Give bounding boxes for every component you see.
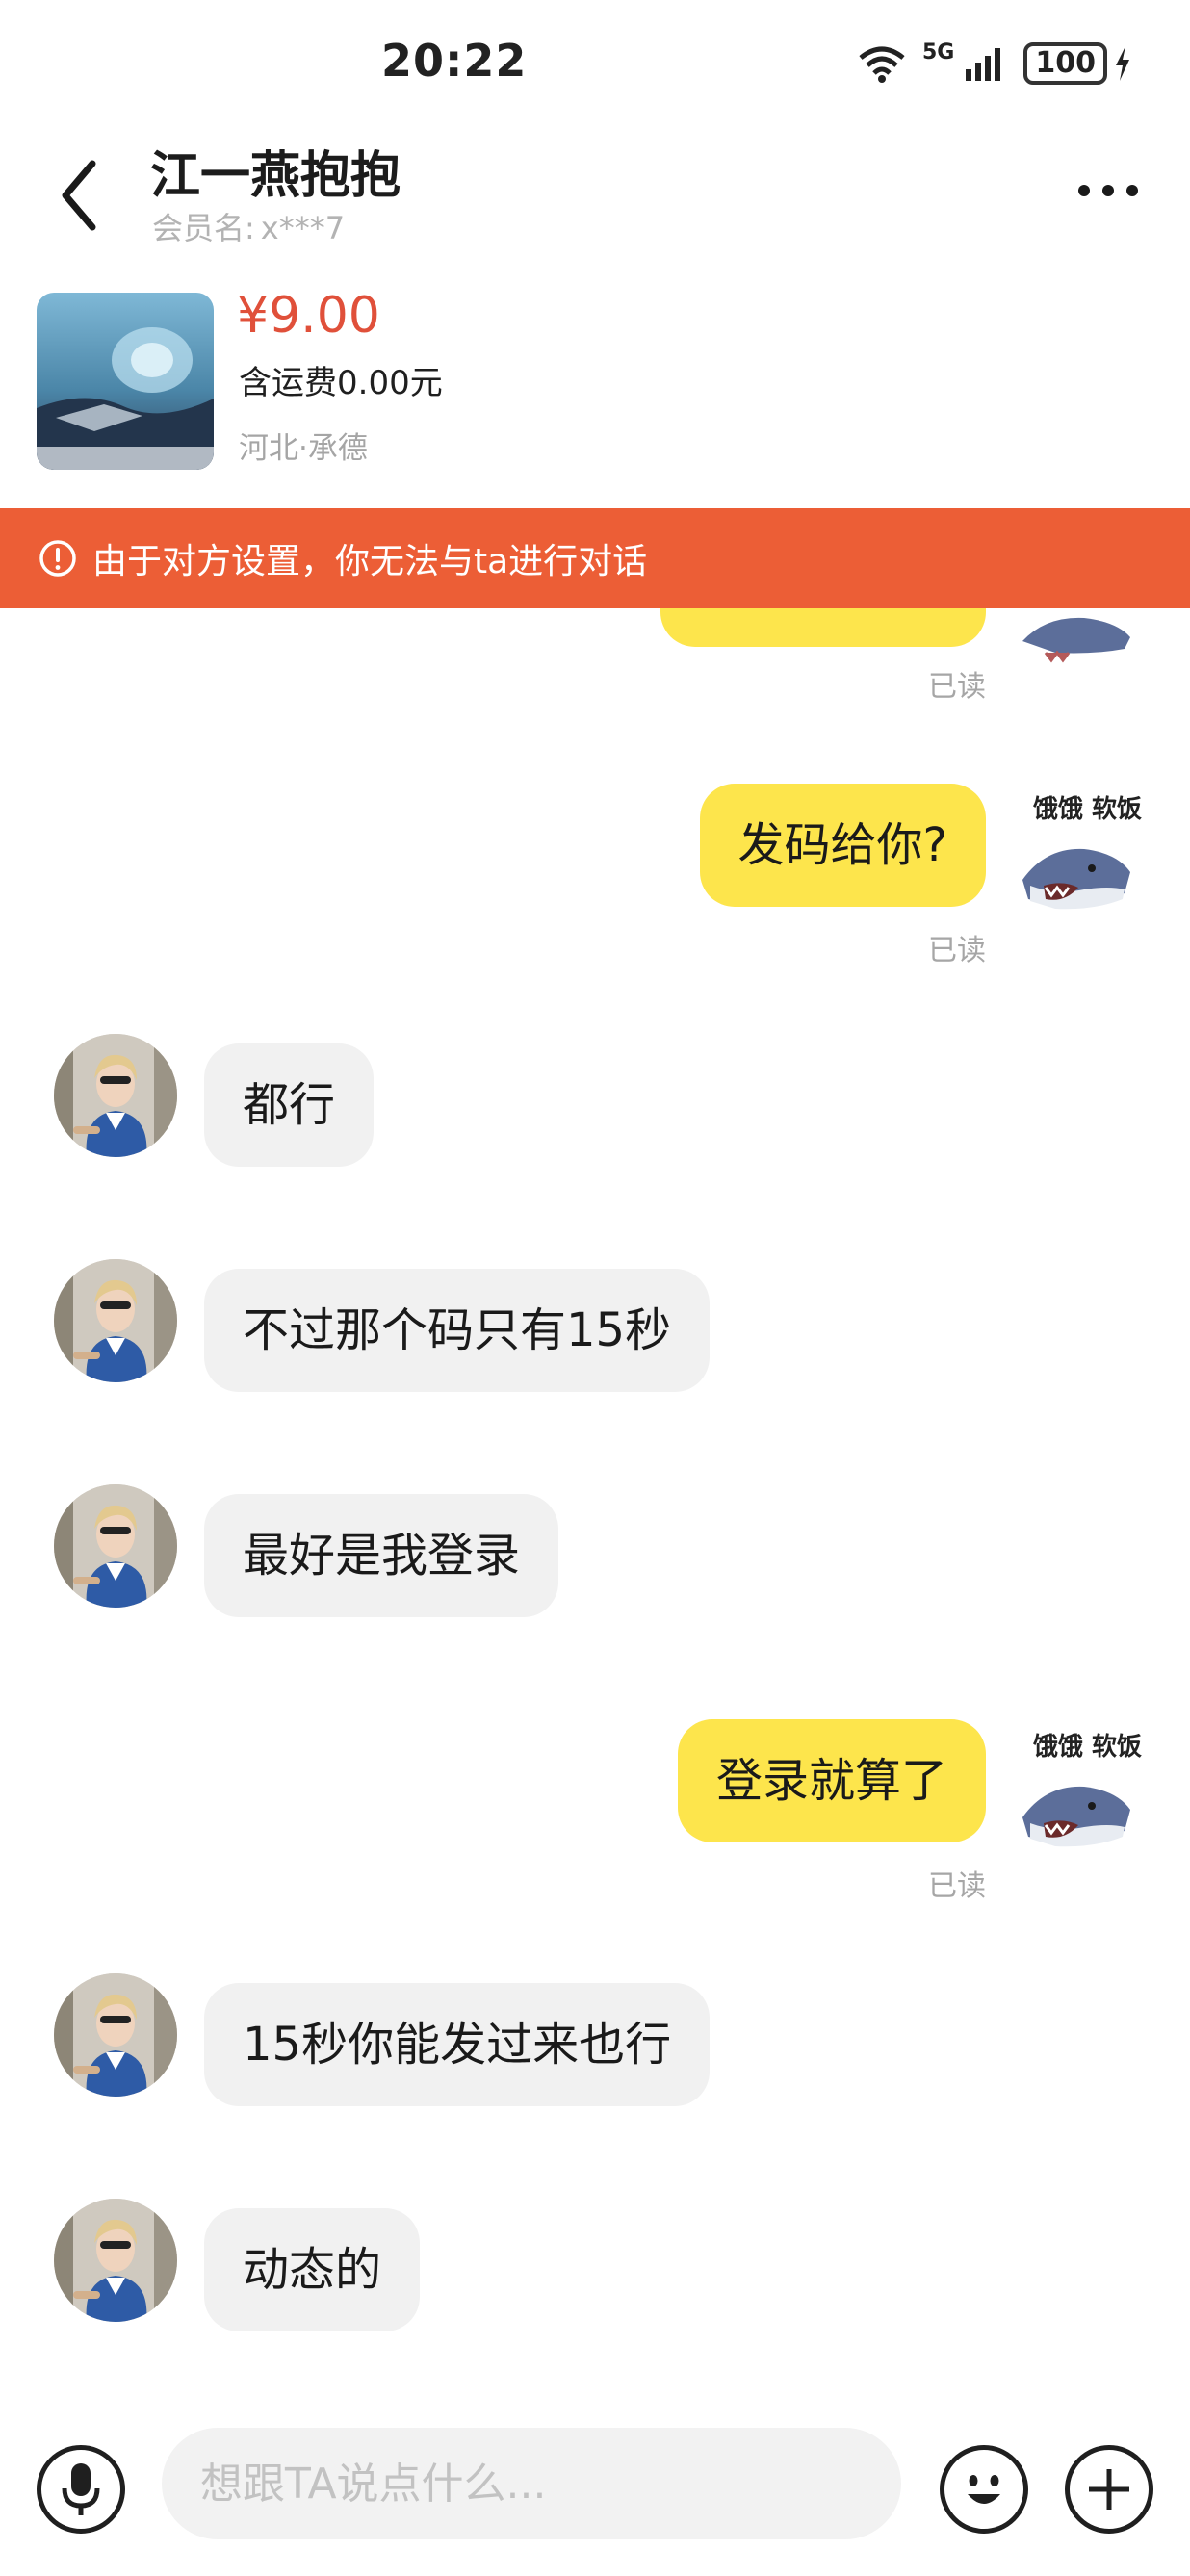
avatar-mine[interactable] xyxy=(1017,608,1136,689)
member-label: 会员名: xyxy=(152,210,255,246)
contact-name: 江一燕抱抱 xyxy=(150,147,401,205)
message-bubble-mine[interactable] xyxy=(660,608,986,647)
product-location: 河北·承德 xyxy=(239,431,368,466)
plus-button[interactable] xyxy=(1065,2445,1153,2534)
message-bubble-contact[interactable]: 不过那个码只有15秒 xyxy=(204,1269,711,1392)
read-status: 已读 xyxy=(928,670,986,704)
signal-icon xyxy=(966,48,1001,81)
wifi-icon xyxy=(859,46,905,83)
more-dots-icon[interactable] xyxy=(1074,179,1142,202)
message-input[interactable] xyxy=(162,2428,901,2539)
microphone-icon xyxy=(62,2463,100,2515)
network-type: 5G xyxy=(922,39,955,64)
warning-circle-icon xyxy=(39,540,76,577)
message-bubble-mine[interactable]: 登录就算了 xyxy=(677,1719,986,1842)
message-bubble-mine[interactable]: 发码给你? xyxy=(699,784,986,907)
message-bubble-contact[interactable]: 都行 xyxy=(204,1043,375,1167)
chevron-left-icon[interactable] xyxy=(50,152,108,239)
message-list[interactable]: 已读 发码给你? 饿饿 软饭 已读 都行 不过那个码只有15秒 最好是我登录 登… xyxy=(0,608,1190,2399)
shipping-info: 含运费0.00元 xyxy=(239,364,443,402)
member-info: 会员名: x***7 xyxy=(152,204,345,248)
avatar-mine[interactable] xyxy=(1017,1756,1136,1875)
message-bubble-contact[interactable]: 动态的 xyxy=(204,2208,421,2331)
banner-text: 由于对方设置，你无法与ta进行对话 xyxy=(92,542,648,581)
avatar-contact[interactable] xyxy=(54,1973,177,2097)
battery-indicator: 100 xyxy=(1023,42,1132,85)
avatar-mine[interactable] xyxy=(1017,818,1136,938)
message-bubble-contact[interactable]: 15秒你能发过来也行 xyxy=(204,1983,711,2106)
avatar-contact[interactable] xyxy=(54,1259,177,1382)
product-card[interactable]: ¥9.00 含运费0.00元 河北·承德 xyxy=(0,279,1190,501)
member-value: x***7 xyxy=(260,210,346,246)
read-status: 已读 xyxy=(928,934,986,967)
emoji-button[interactable] xyxy=(940,2445,1028,2534)
status-time: 20:22 xyxy=(381,35,528,87)
avatar-contact[interactable] xyxy=(54,2199,177,2322)
product-price: ¥9.00 xyxy=(237,287,380,345)
product-image[interactable] xyxy=(37,293,214,470)
avatar-contact[interactable] xyxy=(54,1034,177,1157)
chat-header: 江一燕抱抱 会员名: x***7 xyxy=(0,125,1190,260)
charging-icon xyxy=(1116,46,1129,81)
restriction-banner: 由于对方设置，你无法与ta进行对话 xyxy=(0,508,1190,608)
emoji-icon xyxy=(968,2475,1000,2504)
status-bar: 20:22 5G 100 xyxy=(0,0,1190,125)
plus-icon xyxy=(1089,2469,1129,2510)
avatar-contact[interactable] xyxy=(54,1484,177,1608)
input-bar xyxy=(0,2399,1190,2576)
read-status: 已读 xyxy=(928,1869,986,1903)
status-icons: 5G 100 xyxy=(857,35,1132,92)
voice-button[interactable] xyxy=(37,2445,125,2534)
message-bubble-contact[interactable]: 最好是我登录 xyxy=(204,1494,559,1617)
battery-level: 100 xyxy=(1023,42,1107,85)
